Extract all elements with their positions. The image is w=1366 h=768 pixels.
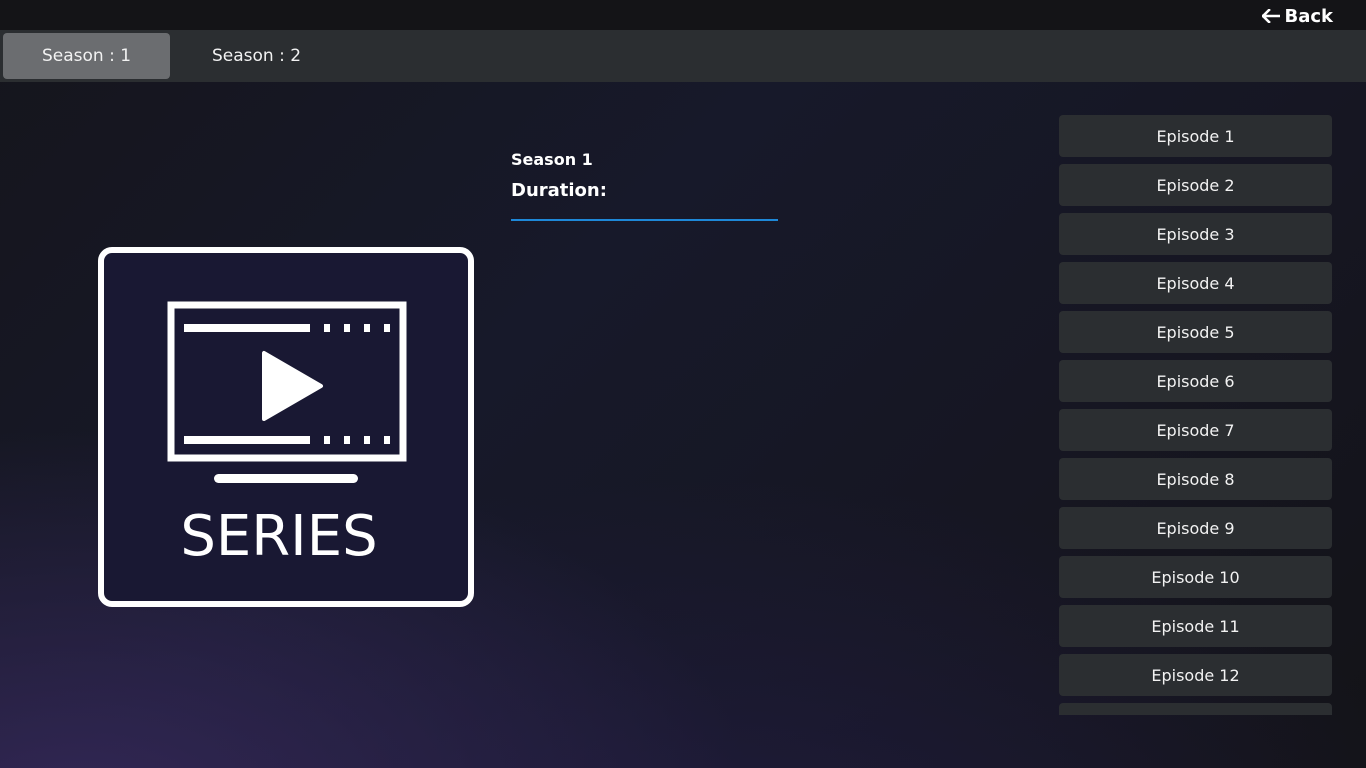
episode-item[interactable]: Episode 10	[1059, 556, 1332, 598]
episode-item[interactable]: Episode 6	[1059, 360, 1332, 402]
episode-item[interactable]: Episode 9	[1059, 507, 1332, 549]
tab-season-2[interactable]: Season : 2	[173, 33, 340, 79]
tab-label: Season : 2	[211, 46, 302, 66]
episode-label: Episode 7	[1156, 420, 1235, 440]
episode-label: Episode 2	[1156, 175, 1235, 195]
info-divider	[511, 219, 778, 221]
season-title: Season 1	[511, 150, 593, 169]
episode-label: Episode 6	[1156, 371, 1235, 391]
episode-label: Episode 5	[1156, 322, 1235, 342]
episode-label: Episode 8	[1156, 469, 1235, 489]
episode-item[interactable]: Episode 11	[1059, 605, 1332, 647]
back-button[interactable]: Back	[1262, 4, 1333, 28]
episode-item[interactable]: Episode 3	[1059, 213, 1332, 255]
episode-label: Episode 11	[1151, 616, 1240, 636]
episode-item[interactable]: Episode 8	[1059, 458, 1332, 500]
episode-label: Episode 3	[1156, 224, 1235, 244]
episode-item[interactable]: Episode 4	[1059, 262, 1332, 304]
episode-label: Episode 12	[1151, 665, 1240, 685]
episode-item[interactable]: Episode 5	[1059, 311, 1332, 353]
episode-label: Episode 9	[1156, 518, 1235, 538]
poster-text: SERIES	[180, 504, 377, 569]
duration-label: Duration:	[511, 180, 607, 201]
episode-item[interactable]: Episode 2	[1059, 164, 1332, 206]
episode-item[interactable]: Episode 12	[1059, 654, 1332, 696]
top-bar: Back	[0, 0, 1366, 30]
season-tab-bar: Season : 1 Season : 2	[0, 30, 1366, 82]
episode-label: Episode 10	[1151, 567, 1240, 587]
episode-list[interactable]: Episode 1 Episode 2 Episode 3 Episode 4 Epis…	[1059, 115, 1332, 715]
back-label: Back	[1284, 5, 1333, 27]
episode-label: Episode 4	[1156, 273, 1235, 293]
episode-item[interactable]: Episode 1	[1059, 115, 1332, 157]
series-poster: SERIES	[98, 247, 474, 607]
tab-label: Season : 1	[41, 46, 132, 66]
episode-item[interactable]: Episode 7	[1059, 409, 1332, 451]
episode-label: Episode 1	[1156, 126, 1235, 146]
tab-season-1[interactable]: Season : 1	[3, 33, 170, 79]
arrow-left-icon	[1262, 9, 1281, 23]
episode-item[interactable]	[1059, 703, 1332, 715]
